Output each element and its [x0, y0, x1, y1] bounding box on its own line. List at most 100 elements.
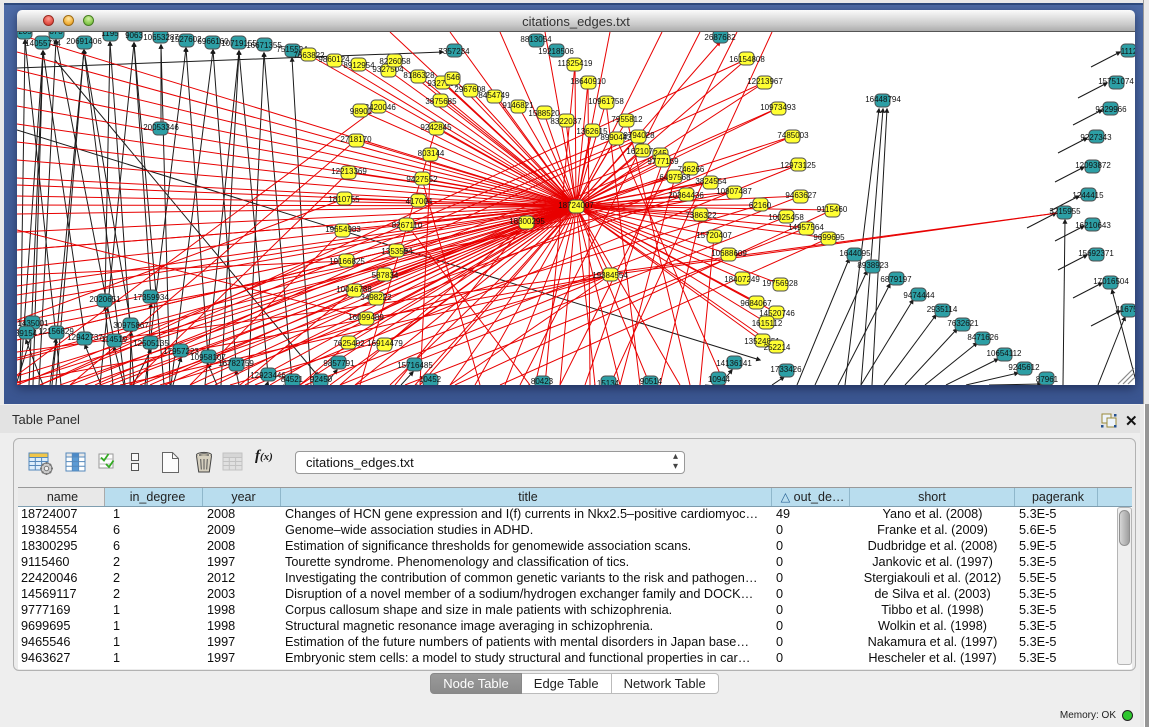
svg-text:19218506: 19218506 — [538, 47, 574, 56]
svg-text:1112: 1112 — [1121, 47, 1135, 56]
svg-text:8322037: 8322037 — [550, 117, 582, 126]
svg-text:8226058: 8226058 — [379, 57, 411, 66]
svg-text:15716485: 15716485 — [397, 361, 433, 370]
svg-text:417004: 417004 — [406, 197, 433, 206]
svg-text:10688609: 10688609 — [711, 249, 747, 258]
svg-text:16210643: 16210643 — [1075, 221, 1111, 230]
svg-text:62160: 62160 — [749, 201, 772, 210]
svg-text:11325419: 11325419 — [558, 59, 594, 68]
svg-text:205: 205 — [18, 32, 32, 36]
svg-text:80423: 80423 — [531, 377, 554, 385]
svg-text:14136141: 14136141 — [716, 359, 752, 368]
svg-text:10452: 10452 — [419, 375, 442, 384]
svg-text:9463627: 9463627 — [785, 191, 817, 200]
svg-text:8454749: 8454749 — [478, 91, 510, 100]
svg-text:10944: 10944 — [708, 375, 731, 384]
svg-text:19384554: 19384554 — [592, 271, 628, 280]
svg-text:14055714: 14055714 — [25, 39, 61, 48]
svg-text:9857791: 9857791 — [323, 359, 355, 368]
svg-text:1733426: 1733426 — [770, 365, 802, 374]
svg-text:16099489: 16099489 — [348, 313, 384, 322]
svg-text:2020651: 2020651 — [89, 295, 121, 304]
svg-text:8267110: 8267110 — [392, 221, 423, 230]
svg-text:9227343: 9227343 — [1080, 133, 1112, 142]
svg-text:8912954: 8912954 — [343, 61, 375, 70]
svg-text:9699695: 9699695 — [813, 233, 845, 242]
svg-text:20691406: 20691406 — [66, 37, 102, 46]
svg-text:803144: 803144 — [418, 149, 445, 158]
svg-text:9242845: 9242845 — [420, 123, 452, 132]
svg-text:3875685: 3875685 — [425, 97, 457, 106]
svg-text:3824554: 3824554 — [695, 177, 727, 186]
svg-text:2935114: 2935114 — [927, 305, 958, 314]
svg-text:9245612: 9245612 — [1008, 363, 1040, 372]
svg-text:12213369: 12213369 — [331, 167, 367, 176]
svg-text:15134: 15134 — [597, 379, 620, 385]
svg-text:16914479: 16914479 — [367, 339, 403, 348]
svg-text:1353594: 1353594 — [381, 247, 413, 256]
svg-text:114519: 114519 — [101, 335, 128, 344]
svg-text:17016504: 17016504 — [1093, 277, 1129, 286]
svg-text:20053346: 20053346 — [143, 123, 179, 132]
svg-text:7357234: 7357234 — [438, 47, 470, 56]
svg-text:8813054: 8813054 — [520, 35, 552, 44]
svg-text:7625402: 7625402 — [333, 339, 365, 348]
svg-text:9329966: 9329966 — [1095, 105, 1127, 114]
svg-text:12942737: 12942737 — [67, 333, 103, 342]
svg-text:15720407: 15720407 — [696, 231, 732, 240]
svg-text:17359934: 17359934 — [133, 293, 169, 302]
svg-text:18300295: 18300295 — [509, 217, 545, 226]
svg-text:18640910: 18640910 — [570, 77, 606, 86]
svg-text:1644095: 1644095 — [839, 249, 871, 258]
svg-text:116753: 116753 — [1116, 305, 1135, 314]
svg-text:15692371: 15692371 — [1078, 249, 1114, 258]
svg-text:12093872: 12093872 — [1075, 161, 1111, 170]
svg-text:19166825: 19166825 — [329, 257, 365, 266]
svg-text:10025458: 10025458 — [768, 213, 804, 222]
svg-text:587834: 587834 — [372, 271, 399, 280]
svg-text:9684067: 9684067 — [740, 299, 772, 308]
svg-text:10973493: 10973493 — [760, 103, 796, 112]
svg-text:18724007: 18724007 — [558, 201, 594, 210]
svg-text:14957564: 14957564 — [788, 223, 824, 232]
svg-text:546: 546 — [446, 73, 460, 82]
svg-text:3215955: 3215955 — [1049, 207, 1081, 216]
svg-text:15751074: 15751074 — [1098, 77, 1134, 86]
svg-text:8471626: 8471626 — [967, 333, 999, 342]
svg-text:8938923: 8938923 — [857, 261, 889, 270]
svg-text:7386322: 7386322 — [685, 211, 717, 220]
svg-text:9115460: 9115460 — [817, 205, 848, 214]
svg-text:9474444: 9474444 — [903, 291, 935, 300]
svg-text:10807487: 10807487 — [716, 187, 752, 196]
svg-text:2687682: 2687682 — [704, 33, 736, 42]
svg-text:12973125: 12973125 — [780, 161, 816, 170]
svg-text:6879197: 6879197 — [880, 275, 912, 284]
svg-text:30975867: 30975867 — [113, 321, 149, 330]
svg-text:10961758: 10961758 — [588, 97, 624, 106]
svg-text:87961: 87961 — [1036, 375, 1059, 384]
svg-text:7632621: 7632621 — [947, 319, 979, 328]
svg-text:1244415: 1244415 — [1072, 191, 1104, 200]
svg-text:9063: 9063 — [125, 32, 143, 40]
svg-text:84521: 84521 — [281, 375, 304, 384]
svg-text:873: 873 — [49, 32, 63, 36]
svg-text:19756928: 19756928 — [762, 279, 798, 288]
svg-text:90514: 90514 — [640, 377, 663, 385]
svg-text:3498222: 3498222 — [360, 293, 392, 302]
svg-text:39154: 39154 — [17, 329, 38, 338]
svg-text:92450: 92450 — [310, 375, 333, 384]
svg-text:16448794: 16448794 — [865, 95, 901, 104]
svg-text:1195: 1195 — [101, 32, 119, 38]
svg-text:20364436: 20364436 — [668, 191, 704, 200]
svg-text:18407249: 18407249 — [724, 275, 760, 284]
svg-text:19654983: 19654983 — [325, 225, 361, 234]
svg-text:7955812: 7955812 — [611, 115, 643, 124]
svg-text:10654112: 10654112 — [987, 349, 1023, 358]
svg-text:252214: 252214 — [764, 343, 791, 352]
svg-text:7485003: 7485003 — [777, 131, 809, 140]
svg-text:9794028: 9794028 — [623, 131, 655, 140]
svg-text:9777169: 9777169 — [647, 157, 679, 166]
svg-text:12213967: 12213967 — [747, 77, 783, 86]
svg-text:98901: 98901 — [350, 107, 373, 116]
svg-text:1810755: 1810755 — [328, 195, 360, 204]
